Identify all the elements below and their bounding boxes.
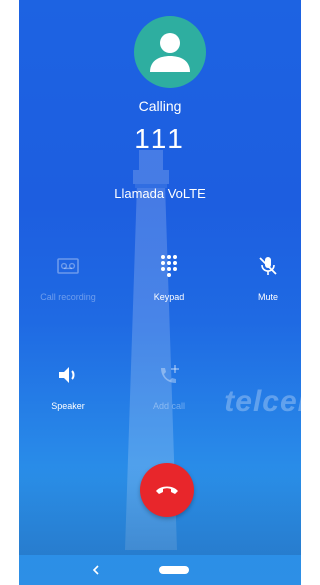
keypad-label: Keypad bbox=[153, 292, 185, 302]
home-pill[interactable] bbox=[159, 566, 189, 574]
mute-label: Mute bbox=[257, 292, 278, 302]
keypad-button[interactable]: Keypad bbox=[129, 254, 209, 302]
add-call-icon bbox=[161, 365, 179, 383]
call-status: Calling bbox=[138, 98, 182, 114]
speaker-label: Speaker bbox=[51, 401, 85, 411]
contact-avatar bbox=[134, 16, 206, 88]
volume-icon bbox=[59, 367, 75, 383]
add-call-button[interactable]: Add call bbox=[129, 363, 209, 411]
add-call-label: Add call bbox=[152, 401, 186, 411]
dialed-number: 111 bbox=[134, 123, 186, 154]
system-navigation-bar bbox=[19, 555, 301, 585]
hang-up-icon bbox=[156, 486, 178, 494]
in-call-screen: telcel Calling 111 Llamada VoLTE Call re… bbox=[19, 0, 301, 585]
call-recording-button[interactable]: Call recording bbox=[28, 254, 108, 302]
mute-button[interactable]: Mute bbox=[228, 254, 301, 302]
mic-off-icon bbox=[259, 257, 277, 275]
voicemail-icon bbox=[57, 258, 79, 274]
brand-watermark: telcel bbox=[224, 385, 301, 418]
person-icon bbox=[150, 33, 190, 72]
network-label: Llamada VoLTE bbox=[114, 186, 206, 201]
dialpad-icon bbox=[161, 255, 177, 277]
back-icon[interactable] bbox=[89, 563, 103, 577]
call-recording-label: Call recording bbox=[40, 292, 96, 302]
end-call-button[interactable] bbox=[140, 463, 194, 517]
speaker-button[interactable]: Speaker bbox=[28, 363, 108, 411]
